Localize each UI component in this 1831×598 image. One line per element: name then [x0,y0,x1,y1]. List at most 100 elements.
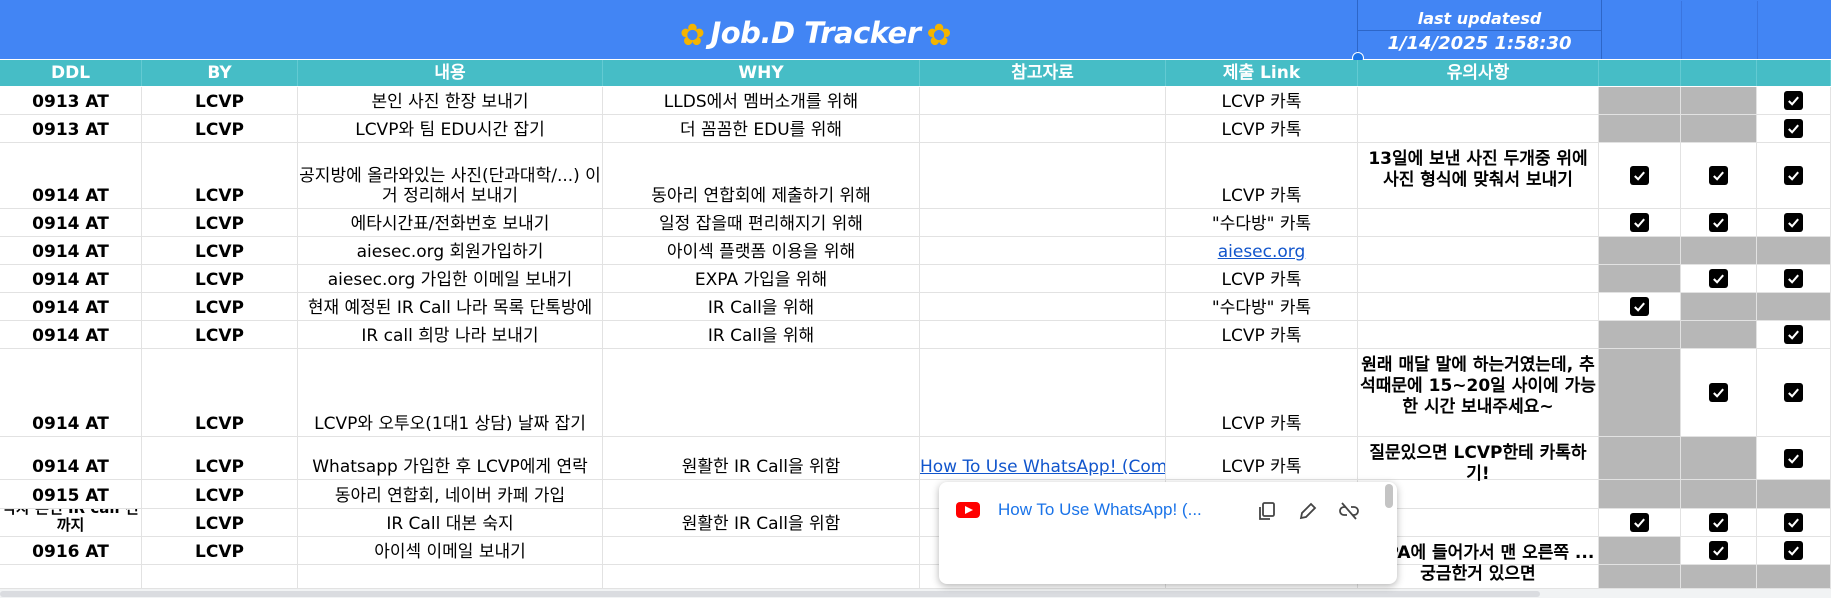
by-cell[interactable]: LCVP [142,143,298,208]
why-cell[interactable]: 일정 잡을때 편리해지기 위해 [603,209,920,236]
content-cell[interactable]: aiesec.org 회원가입하기 [298,237,603,264]
checkbox-checked-icon[interactable] [1784,383,1803,402]
checkbox-checked-icon[interactable] [1784,213,1803,232]
reference-cell[interactable]: How To Use WhatsApp! (Comp [920,437,1166,479]
disabled-cell[interactable] [1681,115,1757,142]
by-cell[interactable]: LCVP [142,293,298,320]
by-cell[interactable] [142,565,298,588]
submit-link-cell[interactable]: LCVP 카톡 [1166,143,1358,208]
disabled-cell[interactable] [1599,480,1681,508]
checkbox[interactable] [1757,321,1831,348]
copy-icon[interactable] [1252,496,1282,526]
ddl-cell[interactable]: 0914 AT [0,349,142,436]
by-cell[interactable]: LCVP [142,237,298,264]
disabled-cell[interactable] [1757,480,1831,508]
by-cell[interactable]: LCVP [142,321,298,348]
horizontal-scrollbar-thumb[interactable] [0,591,1540,597]
checkbox[interactable] [1757,509,1831,536]
checkbox[interactable] [1757,537,1831,564]
by-cell[interactable]: LCVP [142,480,298,508]
checkbox[interactable] [1757,437,1831,479]
ddl-cell[interactable]: 0914 AT [0,293,142,320]
notes-cell[interactable]: 원래 매달 말에 하는거였는데, 추석때문에 15~20일 사이에 가능한 시간… [1358,349,1599,436]
checkbox-checked-icon[interactable] [1630,166,1649,185]
checkbox-checked-icon[interactable] [1630,513,1649,532]
disabled-cell[interactable] [1599,321,1681,348]
content-cell[interactable]: 공지방에 올라와있는 사진(단과대학/...) 이거 정리해서 보내기 [298,143,603,208]
checkbox-checked-icon[interactable] [1709,166,1728,185]
disabled-cell[interactable] [1681,321,1757,348]
disabled-cell[interactable] [1599,237,1681,264]
submit-link-cell[interactable]: aiesec.org [1166,237,1358,264]
by-cell[interactable]: LCVP [142,509,298,536]
submit-link-cell[interactable]: LCVP 카톡 [1166,349,1358,436]
by-cell[interactable]: LCVP [142,537,298,564]
checkbox[interactable] [1681,143,1757,208]
why-cell[interactable] [603,349,920,436]
checkbox[interactable] [1681,509,1757,536]
ddl-cell[interactable]: 0914 AT [0,143,142,208]
disabled-cell[interactable] [1681,293,1757,320]
by-cell[interactable]: LCVP [142,265,298,292]
reference-cell[interactable] [920,237,1166,264]
why-cell[interactable]: 원활한 IR Call을 위함 [603,437,920,479]
why-cell[interactable]: LLDS에서 멤버소개를 위해 [603,87,920,114]
disabled-cell[interactable] [1599,349,1681,436]
column-header[interactable]: WHY [603,60,920,86]
ddl-cell[interactable]: 0913 AT [0,87,142,114]
why-cell[interactable]: IR Call을 위해 [603,293,920,320]
checkbox-checked-icon[interactable] [1784,166,1803,185]
reference-cell[interactable] [920,293,1166,320]
submit-link-cell[interactable]: LCVP 카톡 [1166,437,1358,479]
checkbox-checked-icon[interactable] [1709,383,1728,402]
disabled-cell[interactable] [1599,565,1681,588]
checkbox-checked-icon[interactable] [1784,325,1803,344]
checkbox-checked-icon[interactable] [1784,448,1803,468]
submit-link-cell[interactable]: LCVP 카톡 [1166,321,1358,348]
ddl-cell[interactable]: 0914 AT [0,265,142,292]
by-cell[interactable]: LCVP [142,437,298,479]
checkbox[interactable] [1599,209,1681,236]
popup-link[interactable]: How To Use WhatsApp! (... [998,500,1202,520]
submit-link-cell[interactable]: "수다방" 카톡 [1166,209,1358,236]
disabled-cell[interactable] [1681,237,1757,264]
disabled-cell[interactable] [1757,565,1831,588]
notes-cell[interactable] [1358,209,1599,236]
notes-cell[interactable] [1358,115,1599,142]
content-cell[interactable]: 현재 예정된 IR Call 나라 목록 단톡방에 [298,293,603,320]
unlink-icon[interactable] [1334,496,1364,526]
reference-cell[interactable] [920,115,1166,142]
content-cell[interactable] [298,565,603,588]
by-cell[interactable]: LCVP [142,87,298,114]
notes-cell[interactable] [1358,321,1599,348]
disabled-cell[interactable] [1681,437,1757,479]
content-cell[interactable]: 에타시간표/전화번호 보내기 [298,209,603,236]
why-cell[interactable]: IR Call을 위해 [603,321,920,348]
why-cell[interactable] [603,537,920,564]
why-cell[interactable]: 아이섹 플랫폼 이용을 위해 [603,237,920,264]
disabled-cell[interactable] [1681,565,1757,588]
notes-cell[interactable]: 질문있으면 LCVP한테 카톡하기! [1358,437,1599,484]
checkbox-checked-icon[interactable] [1709,269,1728,288]
submit-link-cell[interactable]: LCVP 카톡 [1166,115,1358,142]
checkbox[interactable] [1757,143,1831,208]
reference-cell[interactable] [920,209,1166,236]
ddl-cell[interactable]: 0913 AT [0,115,142,142]
why-cell[interactable]: 원활한 IR Call을 위함 [603,509,920,536]
ddl-cell[interactable]: 0914 AT [0,209,142,236]
content-cell[interactable]: 아이섹 이메일 보내기 [298,537,603,564]
notes-cell[interactable]: 13일에 보낸 사진 두개중 위에 사진 형식에 맞춰서 보내기 [1358,143,1599,208]
ddl-cell[interactable]: 0915 AT [0,480,142,508]
content-cell[interactable]: 동아리 연합회, 네이버 카페 가입 [298,480,603,508]
checkbox[interactable] [1599,509,1681,536]
submit-link-cell[interactable]: LCVP 카톡 [1166,87,1358,114]
by-cell[interactable]: LCVP [142,349,298,436]
content-cell[interactable]: LCVP와 오투오(1대1 상담) 날짜 잡기 [298,349,603,436]
checkbox[interactable] [1757,349,1831,436]
column-header[interactable]: BY [142,60,298,86]
column-header-empty[interactable] [1757,60,1831,86]
checkbox[interactable] [1681,349,1757,436]
by-cell[interactable]: LCVP [142,115,298,142]
disabled-cell[interactable] [1599,87,1681,114]
column-header-empty[interactable] [1681,60,1757,86]
